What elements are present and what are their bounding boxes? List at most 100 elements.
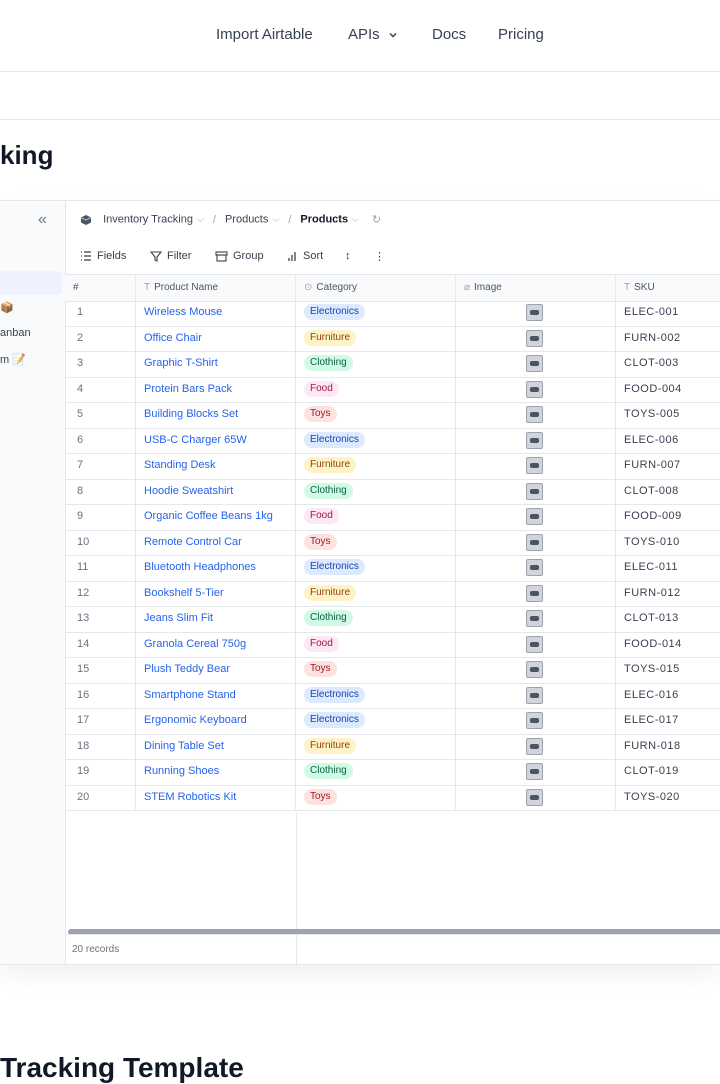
sidebar-item-1[interactable]: 📦 <box>0 301 14 314</box>
image-cell[interactable] <box>456 759 616 785</box>
table-row[interactable]: 16 Smartphone Stand Electronics ELEC-016 <box>65 682 720 709</box>
breadcrumb-table[interactable]: Products <box>225 214 268 226</box>
sku-cell[interactable]: FURN-018 <box>616 734 720 760</box>
fields-button[interactable]: Fields <box>80 250 126 262</box>
product-thumbnail[interactable] <box>526 431 543 449</box>
category-cell[interactable]: Electronics <box>296 300 456 326</box>
table-row[interactable]: 19 Running Shoes Clothing CLOT-019 <box>65 759 720 786</box>
category-cell[interactable]: Furniture <box>296 580 456 606</box>
category-cell[interactable]: Electronics <box>296 682 456 708</box>
product-thumbnail[interactable] <box>526 661 543 678</box>
product-name-cell[interactable]: Granola Cereal 750g <box>136 631 296 657</box>
sort-button[interactable]: Sort <box>287 250 323 262</box>
image-cell[interactable] <box>456 402 616 428</box>
table-row[interactable]: 13 Jeans Slim Fit Clothing CLOT-013 <box>65 606 720 633</box>
sku-cell[interactable]: TOYS-020 <box>616 785 720 811</box>
chevron-down-icon[interactable]: ⌵ <box>272 214 279 224</box>
header-sku[interactable]: T SKU <box>616 275 720 301</box>
product-thumbnail[interactable] <box>526 329 543 347</box>
product-thumbnail[interactable] <box>526 788 543 806</box>
product-thumbnail[interactable] <box>526 406 543 423</box>
product-name-cell[interactable]: STEM Robotics Kit <box>136 784 296 810</box>
sku-cell[interactable]: CLOT-008 <box>616 479 720 505</box>
sku-cell[interactable]: CLOT-019 <box>616 759 720 785</box>
table-row[interactable]: 15 Plush Teddy Bear Toys TOYS-015 <box>65 657 720 684</box>
sku-cell[interactable]: CLOT-003 <box>616 351 720 377</box>
product-thumbnail[interactable] <box>526 737 543 755</box>
nav-import-airtable[interactable]: Import Airtable <box>216 26 313 43</box>
sku-cell[interactable]: TOYS-005 <box>616 402 720 428</box>
image-cell[interactable] <box>456 784 616 810</box>
image-cell[interactable] <box>456 300 616 326</box>
more-options-icon[interactable]: ⋮ <box>374 250 385 263</box>
collapse-sidebar-icon[interactable]: « <box>38 211 47 229</box>
sku-cell[interactable]: FURN-002 <box>616 326 720 352</box>
table-row[interactable]: 9 Organic Coffee Beans 1kg Food FOOD-009 <box>65 504 720 531</box>
table-row[interactable]: 7 Standing Desk Furniture FURN-007 <box>65 453 720 480</box>
nav-pricing[interactable]: Pricing <box>498 26 544 43</box>
table-row[interactable]: 1 Wireless Mouse Electronics ELEC-001 <box>65 300 720 327</box>
category-cell[interactable]: Food <box>296 504 456 530</box>
sku-cell[interactable]: ELEC-001 <box>616 300 720 326</box>
product-thumbnail[interactable] <box>526 482 543 500</box>
sku-cell[interactable]: FURN-007 <box>616 453 720 479</box>
image-cell[interactable] <box>456 325 616 351</box>
product-name-cell[interactable]: Standing Desk <box>136 453 296 479</box>
row-height-icon[interactable]: ↕ <box>345 250 351 262</box>
product-thumbnail[interactable] <box>526 380 543 398</box>
product-name-cell[interactable]: Smartphone Stand <box>136 682 296 708</box>
table-row[interactable]: 4 Protein Bars Pack Food FOOD-004 <box>65 376 720 403</box>
image-cell[interactable] <box>456 708 616 734</box>
table-row[interactable]: 5 Building Blocks Set Toys TOYS-005 <box>65 402 720 429</box>
category-cell[interactable]: Food <box>296 631 456 657</box>
category-cell[interactable]: Clothing <box>296 759 456 785</box>
breadcrumb-view[interactable]: Products <box>300 214 348 226</box>
product-thumbnail[interactable] <box>526 763 543 780</box>
category-cell[interactable]: Furniture <box>296 733 456 759</box>
sku-cell[interactable]: FOOD-009 <box>616 504 720 530</box>
image-cell[interactable] <box>456 478 616 504</box>
sku-cell[interactable]: FOOD-014 <box>616 632 720 658</box>
header-product-name[interactable]: T Product Name <box>136 275 296 301</box>
image-cell[interactable] <box>456 453 616 479</box>
category-cell[interactable]: Toys <box>296 784 456 810</box>
breadcrumb-base[interactable]: Inventory Tracking <box>103 214 193 226</box>
image-cell[interactable] <box>456 657 616 683</box>
category-cell[interactable]: Electronics <box>296 708 456 734</box>
product-thumbnail[interactable] <box>526 304 543 321</box>
product-thumbnail[interactable] <box>526 635 543 653</box>
image-cell[interactable] <box>456 351 616 377</box>
image-cell[interactable] <box>456 733 616 759</box>
sku-cell[interactable]: FURN-012 <box>616 581 720 607</box>
header-number[interactable]: # <box>65 275 136 301</box>
category-cell[interactable]: Electronics <box>296 555 456 581</box>
sku-cell[interactable]: TOYS-015 <box>616 657 720 683</box>
table-row[interactable]: 6 USB-C Charger 65W Electronics ELEC-006 <box>65 427 720 454</box>
category-cell[interactable]: Furniture <box>296 325 456 351</box>
table-row[interactable]: 10 Remote Control Car Toys TOYS-010 <box>65 529 720 556</box>
product-name-cell[interactable]: Bookshelf 5-Tier <box>136 580 296 606</box>
product-name-cell[interactable]: Building Blocks Set <box>136 402 296 428</box>
product-thumbnail[interactable] <box>526 610 543 627</box>
product-name-cell[interactable]: Bluetooth Headphones <box>136 555 296 581</box>
header-image[interactable]: ⌀ Image <box>456 275 616 301</box>
table-row[interactable]: 8 Hoodie Sweatshirt Clothing CLOT-008 <box>65 478 720 505</box>
category-cell[interactable]: Clothing <box>296 478 456 504</box>
product-thumbnail[interactable] <box>526 712 543 729</box>
table-row[interactable]: 17 Ergonomic Keyboard Electronics ELEC-017 <box>65 708 720 735</box>
table-row[interactable]: 3 Graphic T-Shirt Clothing CLOT-003 <box>65 351 720 378</box>
image-cell[interactable] <box>456 376 616 402</box>
product-name-cell[interactable]: Dining Table Set <box>136 733 296 759</box>
product-name-cell[interactable]: Ergonomic Keyboard <box>136 708 296 734</box>
category-cell[interactable]: Electronics <box>296 427 456 453</box>
image-cell[interactable] <box>456 555 616 581</box>
category-cell[interactable]: Toys <box>296 657 456 683</box>
product-name-cell[interactable]: Protein Bars Pack <box>136 376 296 402</box>
product-name-cell[interactable]: Remote Control Car <box>136 529 296 555</box>
sidebar-active-item[interactable] <box>0 271 62 295</box>
product-thumbnail[interactable] <box>526 457 543 474</box>
product-name-cell[interactable]: Running Shoes <box>136 759 296 785</box>
table-row[interactable]: 11 Bluetooth Headphones Electronics ELEC-01… <box>65 555 720 582</box>
product-thumbnail[interactable] <box>526 686 543 704</box>
category-cell[interactable]: Food <box>296 376 456 402</box>
